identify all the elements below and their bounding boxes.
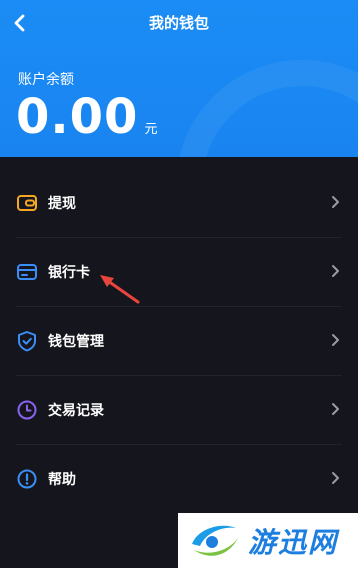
balance-label: 账户余额 bbox=[18, 72, 74, 88]
menu-item-label: 提现 bbox=[48, 195, 76, 212]
wallet-menu: 提现 银行卡 钱包管理 交易记录 帮助 bbox=[0, 168, 358, 513]
menu-item-label: 银行卡 bbox=[48, 264, 90, 281]
balance-amount: 0.00 bbox=[16, 89, 139, 145]
menu-item-bank-card[interactable]: 银行卡 bbox=[0, 237, 358, 306]
watermark: 游迅网 bbox=[178, 513, 358, 568]
red-arrow-icon bbox=[100, 275, 140, 304]
menu-item-label: 交易记录 bbox=[48, 402, 104, 419]
menu-item-label: 帮助 bbox=[48, 471, 76, 488]
menu-item-wallet-management[interactable]: 钱包管理 bbox=[0, 306, 358, 375]
chevron-right-icon bbox=[332, 265, 339, 277]
chevron-right-icon bbox=[332, 403, 339, 415]
wallet-icon bbox=[16, 192, 38, 214]
menu-item-transaction-history[interactable]: 交易记录 bbox=[0, 375, 358, 444]
credit-card-icon bbox=[16, 261, 38, 283]
page-title: 我的钱包 bbox=[148, 14, 209, 32]
header-decoration bbox=[176, 60, 358, 157]
chevron-right-icon bbox=[332, 196, 339, 208]
chevron-right-icon bbox=[332, 334, 339, 346]
balance-unit: 元 bbox=[144, 122, 158, 137]
info-icon bbox=[16, 468, 38, 490]
clock-icon bbox=[16, 399, 38, 421]
menu-item-help[interactable]: 帮助 bbox=[0, 444, 358, 513]
menu-item-label: 钱包管理 bbox=[48, 333, 104, 350]
menu-item-withdraw[interactable]: 提现 bbox=[0, 168, 358, 237]
balance-row: 0.00 元 bbox=[16, 88, 157, 146]
chevron-right-icon bbox=[332, 472, 339, 484]
wallet-header: 我的钱包 账户余额 0.00 元 bbox=[0, 0, 358, 157]
watermark-logo bbox=[192, 525, 238, 556]
shield-check-icon bbox=[16, 330, 38, 352]
watermark-text: 游迅网 bbox=[248, 525, 339, 559]
